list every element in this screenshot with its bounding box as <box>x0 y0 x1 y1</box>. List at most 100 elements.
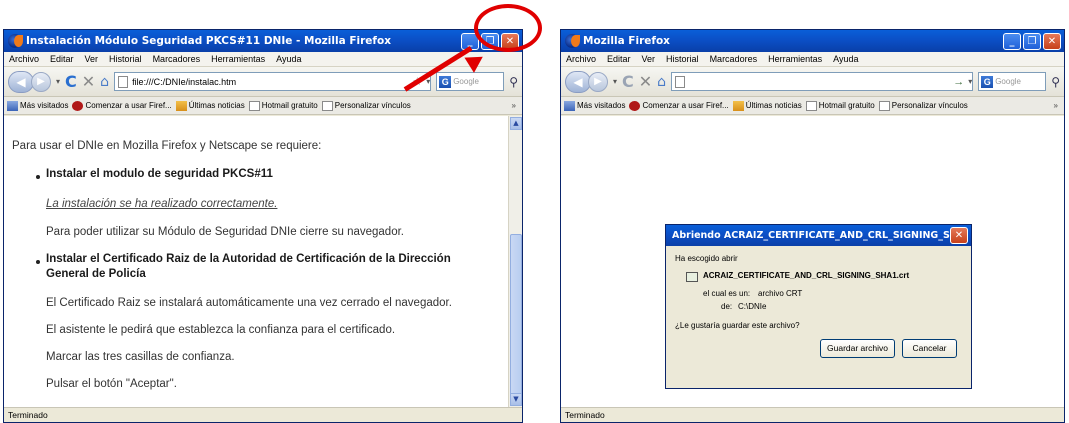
menu-marcadores[interactable]: Marcadores <box>153 54 201 64</box>
status-bar: Terminado <box>561 407 1064 422</box>
bookmark-label: Personalizar vínculos <box>334 100 411 110</box>
menu-historial[interactable]: Historial <box>666 54 699 64</box>
menu-ver[interactable]: Ver <box>85 54 99 64</box>
history-dropdown-icon[interactable]: ▾ <box>613 77 617 86</box>
menu-archivo[interactable]: Archivo <box>9 54 39 64</box>
save-question: ¿Le gustaría guardar este archivo? <box>675 321 800 330</box>
window-title: Instalación Módulo Seguridad PKCS#11 DNI… <box>26 35 391 47</box>
menu-editar[interactable]: Editar <box>50 54 74 64</box>
bookmark-label: Más visitados <box>577 100 626 110</box>
success-link[interactable]: La instalación se ha realizado correctam… <box>46 198 277 210</box>
bookmarks-toolbar: Más visitados Comenzar a usar Firef... Ú… <box>561 97 1064 115</box>
menu-herramientas[interactable]: Herramientas <box>768 54 822 64</box>
vertical-scrollbar[interactable]: ▲ ▼ <box>508 116 522 407</box>
step-2-text: El asistente le pedirá que establezca la… <box>46 324 396 336</box>
page-icon <box>675 75 686 88</box>
save-file-button[interactable]: Guardar archivo <box>820 339 895 358</box>
more-bookmarks-icon[interactable]: » <box>1054 101 1058 110</box>
scroll-up-icon[interactable]: ▲ <box>510 117 522 130</box>
status-bar: Terminado <box>4 407 522 422</box>
menu-editar[interactable]: Editar <box>607 54 631 64</box>
home-icon[interactable]: ⌂ <box>100 74 109 90</box>
search-input[interactable]: G Google <box>978 72 1047 91</box>
menu-ayuda[interactable]: Ayuda <box>276 54 301 64</box>
search-placeholder: Google <box>453 77 479 86</box>
bookmark-label: Comenzar a usar Firef... <box>85 100 172 110</box>
page-content: Para usar el DNIe en Mozilla Firefox y N… <box>4 116 508 407</box>
stop-icon[interactable]: ✕ <box>82 72 95 91</box>
step-1-text: El Certificado Raiz se instalará automát… <box>46 297 452 309</box>
scroll-down-icon[interactable]: ▼ <box>510 393 522 406</box>
title-bar: Instalación Módulo Seguridad PKCS#11 DNI… <box>4 30 522 52</box>
bookmark-personalizar[interactable]: Personalizar vínculos <box>321 100 411 111</box>
bookmark-label: Hotmail gratuito <box>818 100 875 110</box>
bookmark-mas-visitados[interactable]: Más visitados <box>7 100 68 111</box>
reload-icon[interactable]: C <box>622 72 634 91</box>
navigation-toolbar: ◀ ▶ ▾ C ✕ ⌂ file:///C:/DNIe/instalac.htm… <box>4 67 522 97</box>
search-icon[interactable]: ⚲ <box>509 75 518 89</box>
dialog-close-button[interactable]: ✕ <box>950 227 968 244</box>
bullet-install-cert-line1: Instalar el Certificado Raiz de la Autor… <box>46 253 451 265</box>
menu-archivo[interactable]: Archivo <box>566 54 596 64</box>
page-icon <box>321 100 333 111</box>
url-bar[interactable]: → ▾ <box>671 72 974 91</box>
file-type-label: el cual es un: <box>703 289 751 298</box>
firefox-icon <box>565 34 580 48</box>
bookmark-mas-visitados[interactable]: Más visitados <box>564 100 626 111</box>
forward-button[interactable]: ▶ <box>588 71 608 92</box>
search-icon[interactable]: ⚲ <box>1051 75 1060 89</box>
highlight-circle <box>474 4 542 52</box>
bookmark-label: Últimas noticias <box>745 100 802 110</box>
bookmark-label: Últimas noticias <box>188 100 245 110</box>
menu-marcadores[interactable]: Marcadores <box>710 54 758 64</box>
cancel-button[interactable]: Cancelar <box>902 339 957 358</box>
navigation-toolbar: ◀ ▶ ▾ C ✕ ⌂ → ▾ G Google ⚲ <box>561 67 1064 97</box>
menu-ayuda[interactable]: Ayuda <box>833 54 858 64</box>
menu-ver[interactable]: Ver <box>642 54 656 64</box>
step-4-text: Pulsar el botón "Aceptar". <box>46 378 177 390</box>
bookmark-ultimas-noticias[interactable]: Últimas noticias <box>732 100 802 111</box>
forward-button[interactable]: ▶ <box>31 71 51 92</box>
minimize-button[interactable]: _ <box>1003 32 1021 50</box>
page-icon <box>805 100 817 111</box>
google-icon: G <box>439 75 452 88</box>
bookmark-ultimas-noticias[interactable]: Últimas noticias <box>175 100 245 111</box>
firefox-bookmark-icon <box>72 100 84 111</box>
history-dropdown-icon[interactable]: ▾ <box>56 77 60 86</box>
menu-historial[interactable]: Historial <box>109 54 142 64</box>
stop-icon[interactable]: ✕ <box>639 72 652 91</box>
page-icon <box>118 75 129 88</box>
close-button[interactable]: ✕ <box>1043 32 1061 50</box>
file-from-value: C:\DNIe <box>738 302 767 311</box>
window-title: Mozilla Firefox <box>583 35 670 47</box>
maximize-button[interactable]: ❐ <box>1023 32 1041 50</box>
firefox-window-installer: Instalación Módulo Seguridad PKCS#11 DNI… <box>3 29 523 423</box>
bullet-install-cert-line2: General de Policía <box>46 268 146 280</box>
bookmark-hotmail[interactable]: Hotmail gratuito <box>248 100 318 111</box>
file-from-label: de: <box>721 302 733 311</box>
go-arrow-icon[interactable]: → <box>953 76 964 88</box>
dialog-title: Abriendo ACRAIZ_CERTIFICATE_AND_CRL_SIGN… <box>672 230 950 241</box>
menu-herramientas[interactable]: Herramientas <box>211 54 265 64</box>
url-dropdown-icon[interactable]: ▾ <box>968 77 972 86</box>
rss-icon <box>732 100 744 111</box>
dialog-title-bar: Abriendo ACRAIZ_CERTIFICATE_AND_CRL_SIGN… <box>666 225 971 246</box>
url-bar[interactable]: file:///C:/DNIe/instalac.htm ☆ ▾ <box>114 72 432 91</box>
bullet-install-module: Instalar el modulo de seguridad PKCS#11 <box>46 168 273 180</box>
search-input[interactable]: G Google <box>436 72 505 91</box>
bookmark-label: Personalizar vínculos <box>891 100 968 110</box>
bookmark-personalizar[interactable]: Personalizar vínculos <box>878 100 968 111</box>
more-bookmarks-icon[interactable]: » <box>512 101 516 110</box>
scroll-thumb[interactable] <box>510 234 522 399</box>
search-placeholder: Google <box>995 77 1021 86</box>
folder-icon <box>564 100 575 111</box>
bookmark-hotmail[interactable]: Hotmail gratuito <box>805 100 875 111</box>
reload-icon[interactable]: C <box>65 72 77 91</box>
home-icon[interactable]: ⌂ <box>657 74 666 90</box>
bullet-icon <box>36 260 40 264</box>
dialog-body: Ha escogido abrir ACRAIZ_CERTIFICATE_AND… <box>666 246 971 388</box>
bookmark-label: Hotmail gratuito <box>261 100 318 110</box>
bookmark-comenzar[interactable]: Comenzar a usar Firef... <box>629 100 729 111</box>
bookmark-comenzar[interactable]: Comenzar a usar Firef... <box>72 100 172 111</box>
firefox-window-download: Mozilla Firefox _ ❐ ✕ Archivo Editar Ver… <box>560 29 1065 423</box>
